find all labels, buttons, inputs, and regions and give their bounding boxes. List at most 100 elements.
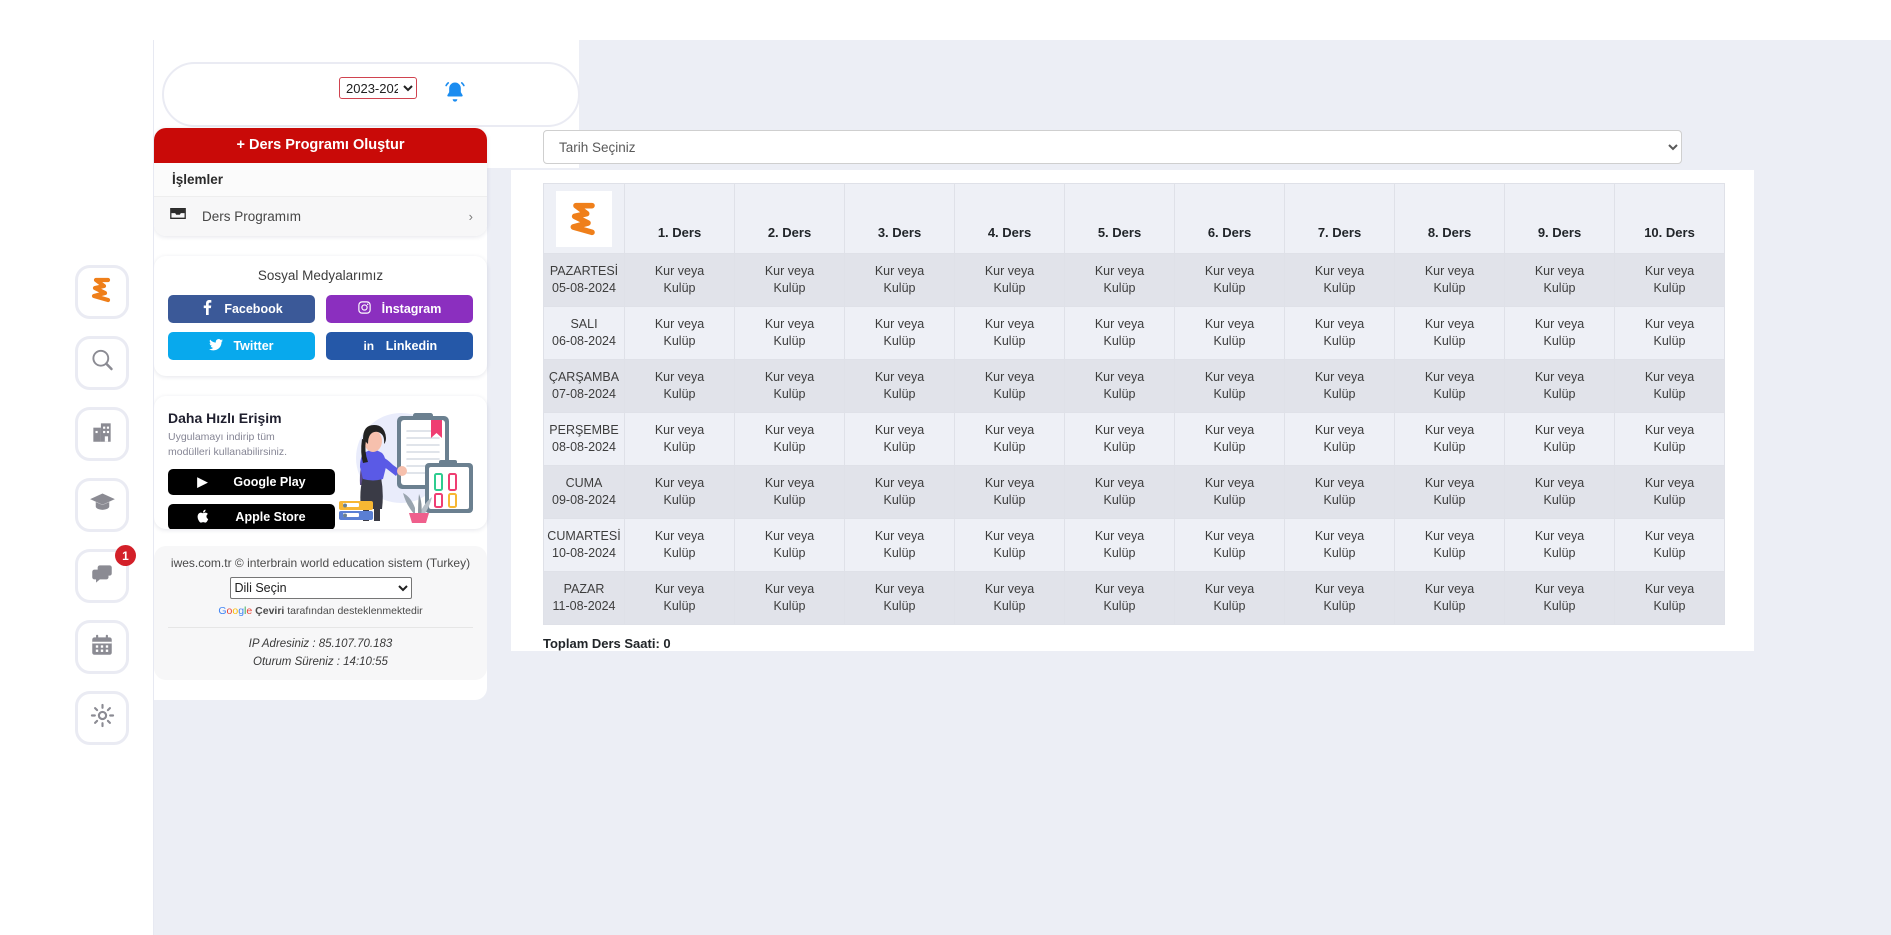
lesson-cell[interactable]: Kur veya Kulüp bbox=[624, 253, 735, 307]
lesson-cell[interactable]: Kur veya Kulüp bbox=[1504, 306, 1615, 360]
lesson-cell[interactable]: Kur veya Kulüp bbox=[1284, 571, 1395, 625]
day-cell[interactable]: CUMARTESİ 10-08-2024 bbox=[543, 518, 625, 572]
lesson-cell[interactable]: Kur veya Kulüp bbox=[734, 571, 845, 625]
day-cell[interactable]: CUMA 09-08-2024 bbox=[543, 465, 625, 519]
lesson-cell[interactable]: Kur veya Kulüp bbox=[844, 412, 955, 466]
lesson-cell[interactable]: Kur veya Kulüp bbox=[624, 359, 735, 413]
lesson-cell[interactable]: Kur veya Kulüp bbox=[1394, 571, 1505, 625]
lesson-cell[interactable]: Kur veya Kulüp bbox=[1504, 253, 1615, 307]
lesson-cell[interactable]: Kur veya Kulüp bbox=[1284, 306, 1395, 360]
lesson-cell[interactable]: Kur veya Kulüp bbox=[1504, 571, 1615, 625]
lesson-cell[interactable]: Kur veya Kulüp bbox=[1174, 306, 1285, 360]
lesson-line2: Kulüp bbox=[1213, 387, 1246, 401]
create-schedule-button[interactable]: + Ders Programı Oluştur bbox=[154, 128, 487, 163]
lesson-cell[interactable]: Kur veya Kulüp bbox=[1284, 253, 1395, 307]
lesson-cell[interactable]: Kur veya Kulüp bbox=[1504, 518, 1615, 572]
lesson-cell[interactable]: Kur veya Kulüp bbox=[954, 571, 1065, 625]
lesson-cell[interactable]: Kur veya Kulüp bbox=[1504, 412, 1615, 466]
academic-year-select[interactable]: 2023-2024 bbox=[339, 77, 417, 99]
lesson-cell[interactable]: Kur veya Kulüp bbox=[954, 253, 1065, 307]
lesson-cell[interactable]: Kur veya Kulüp bbox=[844, 253, 955, 307]
lesson-cell[interactable]: Kur veya Kulüp bbox=[1394, 253, 1505, 307]
lesson-cell[interactable]: Kur veya Kulüp bbox=[1284, 518, 1395, 572]
menu-item-my-schedule[interactable]: Ders Programım › bbox=[154, 197, 487, 236]
day-cell[interactable]: ÇARŞAMBA 07-08-2024 bbox=[543, 359, 625, 413]
day-cell[interactable]: PAZAR 11-08-2024 bbox=[543, 571, 625, 625]
lesson-cell[interactable]: Kur veya Kulüp bbox=[1284, 359, 1395, 413]
lesson-cell[interactable]: Kur veya Kulüp bbox=[1614, 412, 1725, 466]
lesson-cell[interactable]: Kur veya Kulüp bbox=[1064, 253, 1175, 307]
lesson-cell[interactable]: Kur veya Kulüp bbox=[844, 465, 955, 519]
apple-store-button[interactable]: Apple Store bbox=[168, 504, 335, 529]
lesson-cell[interactable]: Kur veya Kulüp bbox=[734, 412, 845, 466]
lesson-cell[interactable]: Kur veya Kulüp bbox=[1504, 359, 1615, 413]
lesson-cell[interactable]: Kur veya Kulüp bbox=[1614, 571, 1725, 625]
lesson-line1: Kur veya bbox=[1314, 529, 1365, 544]
lesson-cell[interactable]: Kur veya Kulüp bbox=[954, 518, 1065, 572]
instagram-button[interactable]: İnstagram bbox=[326, 295, 473, 323]
lesson-cell[interactable]: Kur veya Kulüp bbox=[844, 359, 955, 413]
lesson-cell[interactable]: Kur veya Kulüp bbox=[1064, 518, 1175, 572]
lesson-cell[interactable]: Kur veya Kulüp bbox=[1174, 412, 1285, 466]
lesson-cell[interactable]: Kur veya Kulüp bbox=[1614, 253, 1725, 307]
google-play-button[interactable]: ▶ Google Play bbox=[168, 469, 335, 496]
lesson-cell[interactable]: Kur veya Kulüp bbox=[1174, 518, 1285, 572]
lesson-cell[interactable]: Kur veya Kulüp bbox=[1174, 253, 1285, 307]
lesson-cell[interactable]: Kur veya Kulüp bbox=[1504, 465, 1615, 519]
sidebar-item-education[interactable] bbox=[75, 478, 129, 532]
lesson-cell[interactable]: Kur veya Kulüp bbox=[624, 412, 735, 466]
lesson-cell[interactable]: Kur veya Kulüp bbox=[1064, 306, 1175, 360]
lesson-cell[interactable]: Kur veya Kulüp bbox=[1394, 306, 1505, 360]
lesson-cell[interactable]: Kur veya Kulüp bbox=[1174, 359, 1285, 413]
lesson-cell[interactable]: Kur veya Kulüp bbox=[624, 571, 735, 625]
sidebar-item-calendar[interactable] bbox=[75, 620, 129, 674]
lesson-cell[interactable]: Kur veya Kulüp bbox=[734, 306, 845, 360]
sidebar-item-settings[interactable] bbox=[75, 691, 129, 745]
lesson-cell[interactable]: Kur veya Kulüp bbox=[1174, 571, 1285, 625]
lesson-cell[interactable]: Kur veya Kulüp bbox=[1064, 359, 1175, 413]
linkedin-button[interactable]: in Linkedin bbox=[326, 332, 473, 360]
lesson-cell[interactable]: Kur veya Kulüp bbox=[734, 359, 845, 413]
lesson-cell[interactable]: Kur veya Kulüp bbox=[1394, 465, 1505, 519]
lesson-cell[interactable]: Kur veya Kulüp bbox=[624, 465, 735, 519]
lesson-line2: Kulüp bbox=[883, 334, 916, 348]
lesson-cell[interactable]: Kur veya Kulüp bbox=[1394, 359, 1505, 413]
sidebar-item-logo[interactable] bbox=[75, 265, 129, 319]
lesson-cell[interactable]: Kur veya Kulüp bbox=[954, 306, 1065, 360]
sidebar-item-search[interactable] bbox=[75, 336, 129, 390]
lesson-cell[interactable]: Kur veya Kulüp bbox=[1064, 465, 1175, 519]
sidebar-item-messages[interactable]: 1 bbox=[75, 545, 136, 603]
lesson-cell[interactable]: Kur veya Kulüp bbox=[844, 571, 955, 625]
lesson-cell[interactable]: Kur veya Kulüp bbox=[1614, 359, 1725, 413]
lesson-cell[interactable]: Kur veya Kulüp bbox=[1614, 465, 1725, 519]
lesson-cell[interactable]: Kur veya Kulüp bbox=[844, 518, 955, 572]
day-cell[interactable]: PAZARTESİ 05-08-2024 bbox=[543, 253, 625, 307]
lesson-cell[interactable]: Kur veya Kulüp bbox=[1394, 412, 1505, 466]
lesson-cell[interactable]: Kur veya Kulüp bbox=[1064, 412, 1175, 466]
facebook-button[interactable]: Facebook bbox=[168, 295, 315, 323]
day-cell[interactable]: PERŞEMBE 08-08-2024 bbox=[543, 412, 625, 466]
lesson-cell[interactable]: Kur veya Kulüp bbox=[954, 412, 1065, 466]
lesson-cell[interactable]: Kur veya Kulüp bbox=[844, 306, 955, 360]
lesson-cell[interactable]: Kur veya Kulüp bbox=[1394, 518, 1505, 572]
lesson-cell[interactable]: Kur veya Kulüp bbox=[734, 253, 845, 307]
lesson-cell[interactable]: Kur veya Kulüp bbox=[1284, 412, 1395, 466]
lesson-cell[interactable]: Kur veya Kulüp bbox=[734, 518, 845, 572]
lesson-cell[interactable]: Kur veya Kulüp bbox=[1614, 518, 1725, 572]
lesson-cell[interactable]: Kur veya Kulüp bbox=[1614, 306, 1725, 360]
lesson-cell[interactable]: Kur veya Kulüp bbox=[954, 465, 1065, 519]
twitter-button[interactable]: Twitter bbox=[168, 332, 315, 360]
language-select[interactable]: Dili Seçin bbox=[229, 577, 412, 599]
sidebar-item-institution[interactable] bbox=[75, 407, 129, 461]
lesson-cell[interactable]: Kur veya Kulüp bbox=[1174, 465, 1285, 519]
lesson-line1: Kur veya bbox=[1534, 317, 1585, 332]
lesson-cell[interactable]: Kur veya Kulüp bbox=[624, 306, 735, 360]
notifications-button[interactable] bbox=[426, 66, 484, 124]
lesson-cell[interactable]: Kur veya Kulüp bbox=[734, 465, 845, 519]
date-select[interactable]: Tarih Seçiniz bbox=[543, 130, 1682, 164]
lesson-cell[interactable]: Kur veya Kulüp bbox=[1064, 571, 1175, 625]
lesson-cell[interactable]: Kur veya Kulüp bbox=[1284, 465, 1395, 519]
day-cell[interactable]: SALI 06-08-2024 bbox=[543, 306, 625, 360]
lesson-cell[interactable]: Kur veya Kulüp bbox=[624, 518, 735, 572]
lesson-cell[interactable]: Kur veya Kulüp bbox=[954, 359, 1065, 413]
